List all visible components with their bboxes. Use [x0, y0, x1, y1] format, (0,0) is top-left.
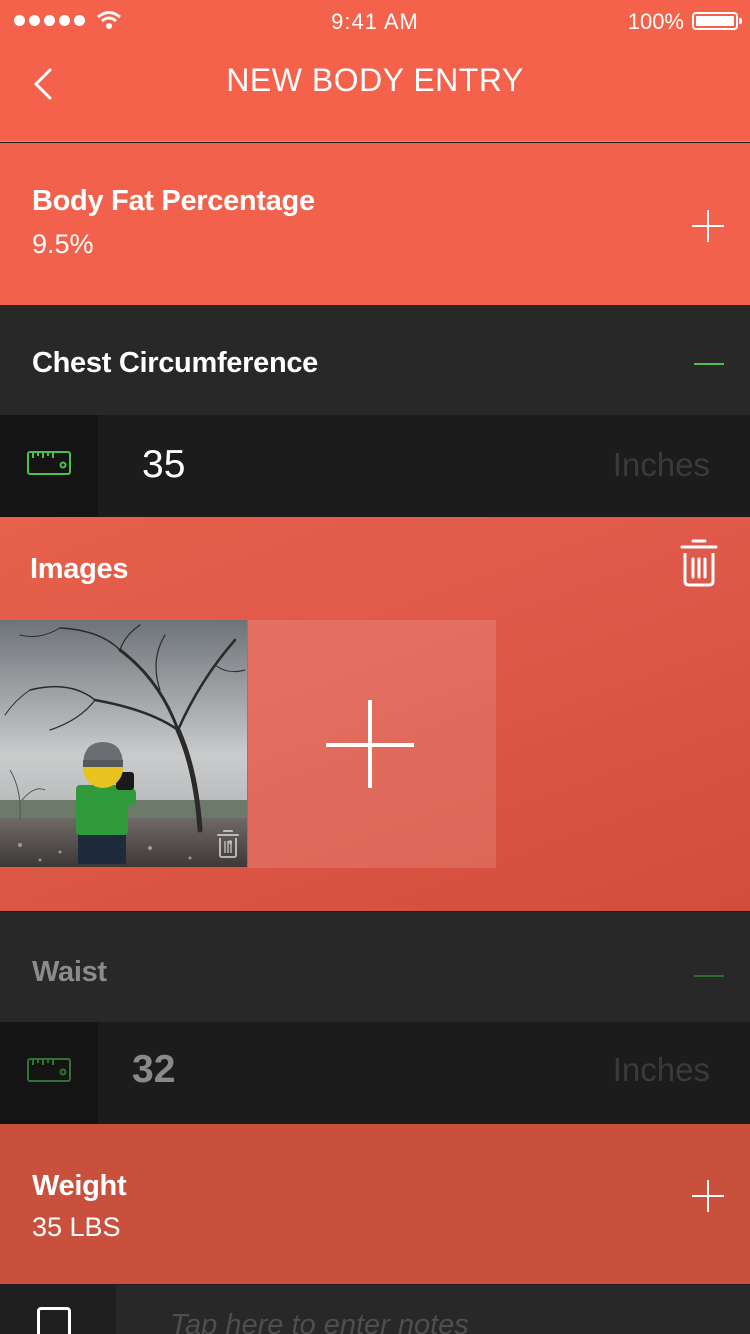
- status-bar: 9:41 AM 100%: [0, 0, 750, 42]
- document-icon: [37, 1307, 71, 1334]
- waist-input-row[interactable]: 32 Inches: [0, 1022, 750, 1124]
- waist-ruler-cell: [0, 1022, 98, 1124]
- chest-input-row[interactable]: 35 Inches: [0, 415, 750, 517]
- body-fat-expand-plus-icon[interactable]: [692, 210, 724, 242]
- weight-row[interactable]: Weight 35 LBS: [0, 1124, 750, 1284]
- page-title: NEW BODY ENTRY: [226, 62, 524, 98]
- battery-percent: 100%: [627, 9, 684, 34]
- chest-unit: Inches: [612, 446, 710, 483]
- ruler-icon: [27, 1058, 71, 1082]
- waist-collapse-minus-icon[interactable]: [694, 975, 724, 977]
- body-fat-value: 9.5%: [32, 229, 94, 259]
- thumbnail-trash-icon[interactable]: [217, 829, 239, 859]
- body-fat-label: Body Fat Percentage: [32, 185, 315, 217]
- waist-row[interactable]: Waist: [0, 912, 750, 1022]
- images-label: Images: [30, 553, 129, 585]
- chest-row[interactable]: Chest Circumference: [0, 305, 750, 415]
- photo-image: [0, 620, 247, 867]
- nav-bar: NEW BODY ENTRY: [0, 42, 750, 142]
- chest-collapse-minus-icon[interactable]: [694, 363, 724, 365]
- chest-value-input[interactable]: 35: [142, 443, 185, 487]
- waist-label: Waist: [32, 956, 107, 988]
- image-thumbnail[interactable]: [0, 620, 247, 867]
- waist-value-input[interactable]: 32: [132, 1048, 175, 1092]
- battery-icon: [692, 12, 742, 30]
- ruler-icon: [27, 451, 71, 475]
- trash-icon[interactable]: [680, 537, 718, 587]
- add-image-button[interactable]: [248, 620, 496, 868]
- weight-value: 35 LBS: [32, 1212, 121, 1242]
- images-section: Images: [0, 517, 750, 911]
- notes-input[interactable]: [170, 1309, 730, 1334]
- chest-label: Chest Circumference: [32, 347, 319, 379]
- weight-label: Weight: [32, 1170, 127, 1202]
- notes-row[interactable]: [0, 1285, 750, 1334]
- chest-ruler-cell: [0, 415, 98, 517]
- waist-unit: Inches: [612, 1051, 710, 1088]
- weight-expand-plus-icon[interactable]: [692, 1180, 724, 1212]
- notes-icon-cell: [0, 1285, 116, 1334]
- body-fat-row[interactable]: Body Fat Percentage 9.5%: [0, 143, 750, 305]
